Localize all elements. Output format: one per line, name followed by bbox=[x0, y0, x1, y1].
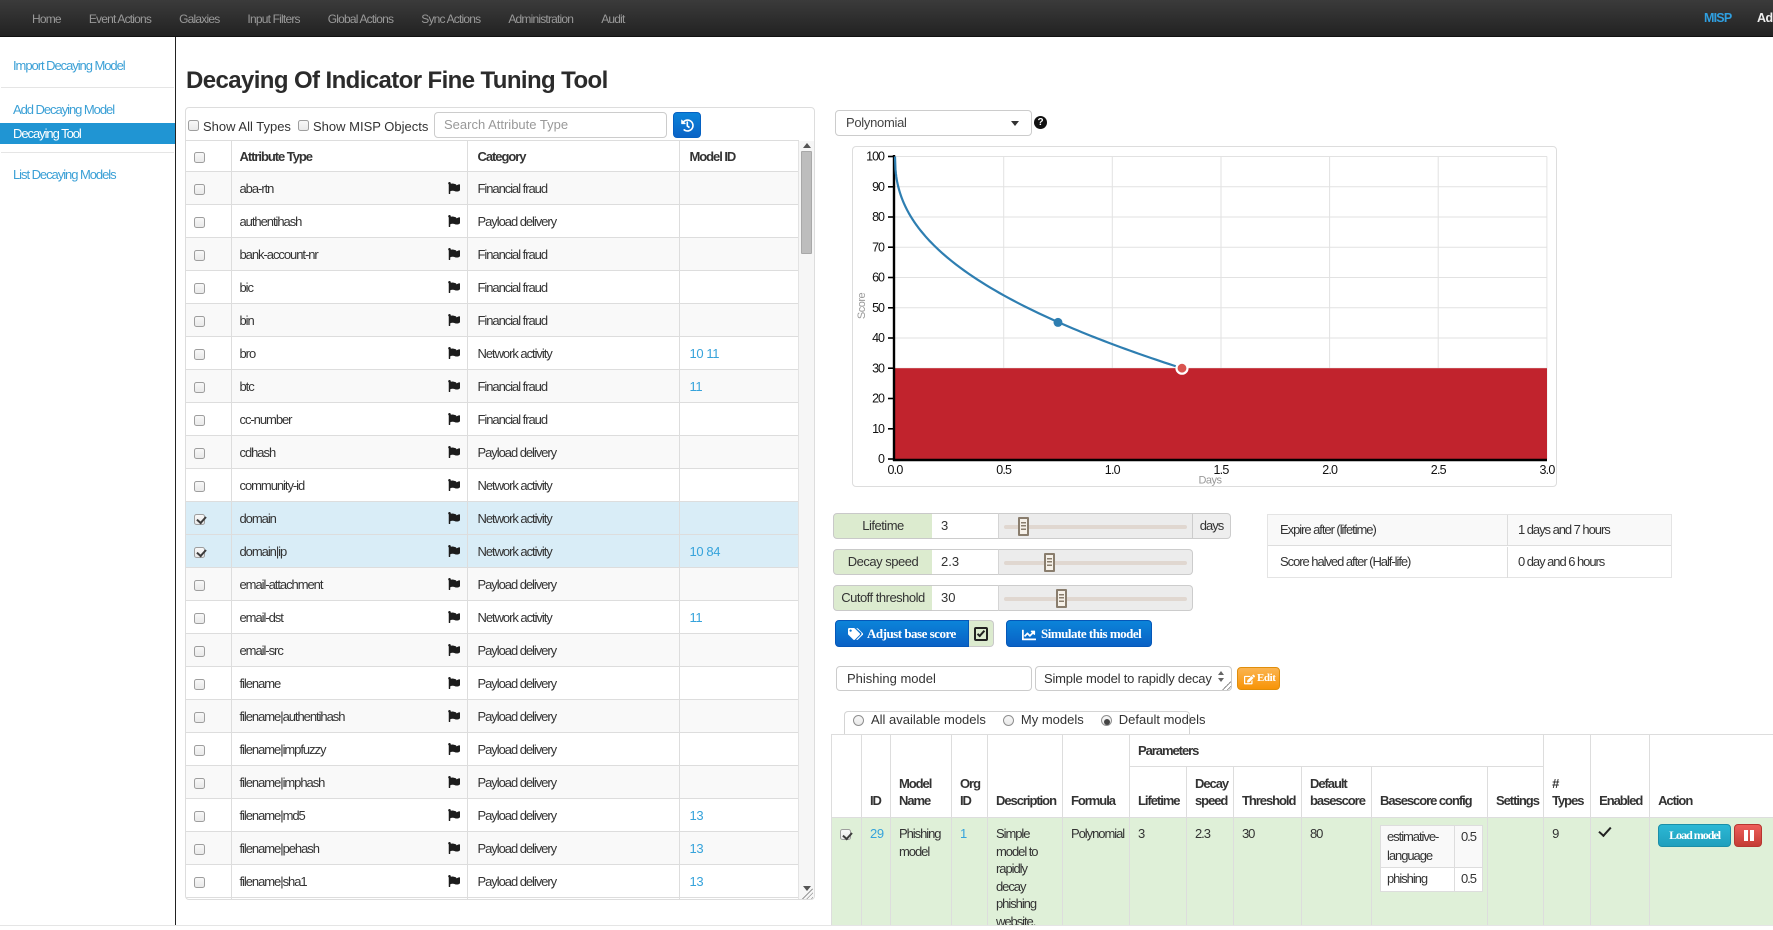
svg-text:3.0: 3.0 bbox=[1540, 463, 1556, 477]
svg-text:30: 30 bbox=[872, 361, 885, 375]
svg-text:2.0: 2.0 bbox=[1322, 463, 1338, 477]
svg-text:Days: Days bbox=[1198, 475, 1222, 487]
svg-text:2.5: 2.5 bbox=[1431, 463, 1447, 477]
svg-text:10: 10 bbox=[872, 422, 885, 436]
svg-text:0.0: 0.0 bbox=[888, 463, 904, 477]
svg-text:70: 70 bbox=[872, 240, 885, 254]
svg-text:0.5: 0.5 bbox=[996, 463, 1012, 477]
svg-text:100: 100 bbox=[866, 150, 885, 164]
svg-text:1.0: 1.0 bbox=[1105, 463, 1121, 477]
svg-text:60: 60 bbox=[872, 271, 885, 285]
svg-text:0: 0 bbox=[878, 452, 885, 466]
svg-text:20: 20 bbox=[872, 392, 885, 406]
svg-text:90: 90 bbox=[872, 180, 885, 194]
svg-text:80: 80 bbox=[872, 210, 885, 224]
svg-text:50: 50 bbox=[872, 301, 885, 315]
svg-text:40: 40 bbox=[872, 331, 885, 345]
svg-text:Score: Score bbox=[856, 293, 868, 320]
